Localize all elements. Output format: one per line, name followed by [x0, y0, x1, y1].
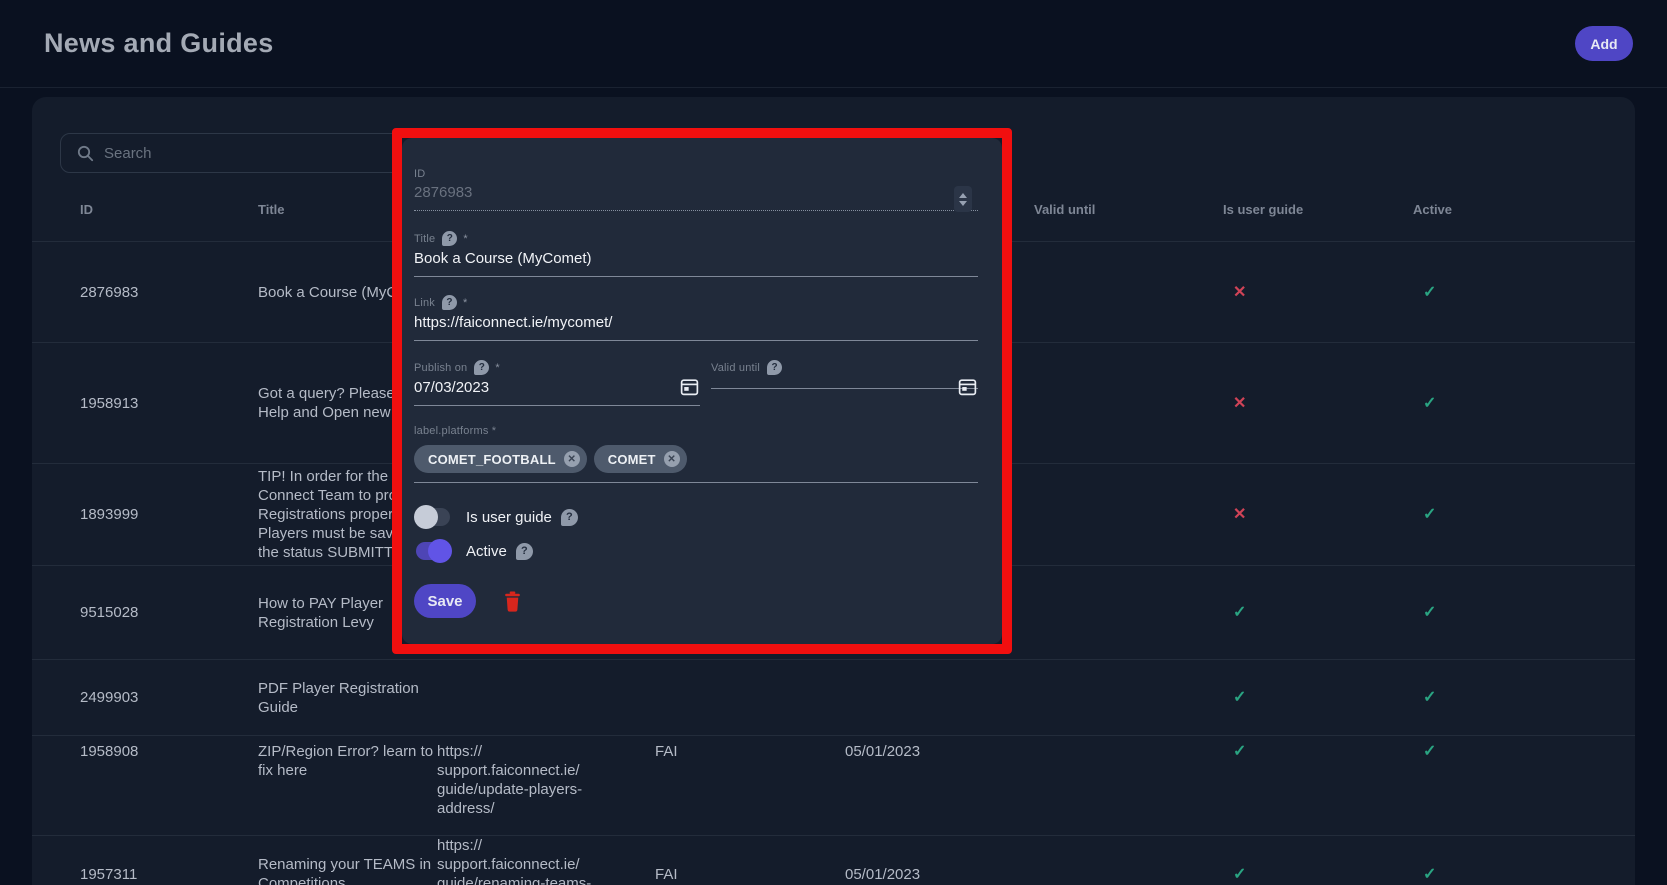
table-row[interactable]: 2499903 PDF Player Registration Guide ✓ …: [32, 660, 1635, 736]
table-row[interactable]: 1957311 Renaming your TEAMS in Competiti…: [32, 836, 1635, 885]
cell-id: 1958908: [80, 742, 258, 761]
id-input: 2876983: [414, 184, 978, 210]
cell-title: Renaming your TEAMS in Competitions: [258, 855, 437, 885]
platforms-label: label.platforms *: [414, 425, 978, 437]
toggle-knob[interactable]: [414, 505, 438, 529]
cell-id: 1893999: [80, 505, 258, 524]
cell-title: ZIP/Region Error? learn to fix here: [258, 742, 437, 780]
publish-on-label: Publish on ? *: [414, 360, 700, 375]
platform-chips: COMET_FOOTBALL ✕ COMET ✕: [414, 445, 978, 482]
id-label: ID: [414, 168, 978, 180]
active-toggle-label: Active: [466, 543, 507, 560]
is-user-guide-icon: ✓: [1223, 603, 1413, 622]
cell-publish-on: 05/01/2023: [845, 742, 1034, 761]
publish-on-input[interactable]: 07/03/2023: [414, 379, 700, 405]
edit-modal: ID 2876983 Title ? * Book a Course (MyCo…: [402, 138, 1002, 644]
help-icon[interactable]: ?: [442, 295, 457, 310]
chip-remove-icon[interactable]: ✕: [564, 451, 580, 467]
platforms-field: label.platforms * COMET_FOOTBALL ✕ COMET…: [414, 425, 978, 483]
active-icon: ✓: [1413, 742, 1635, 761]
cell-platform: FAI: [655, 865, 845, 884]
title-field: Title ? * Book a Course (MyComet): [414, 231, 978, 277]
cell-link: https:// support.faiconnect.ie/ guide/up…: [437, 742, 655, 818]
is-user-guide-toggle-label: Is user guide: [466, 509, 552, 526]
calendar-icon[interactable]: [679, 376, 700, 397]
active-toggle[interactable]: [416, 542, 450, 560]
active-row: Active ?: [416, 542, 533, 560]
number-stepper[interactable]: [954, 186, 972, 212]
is-user-guide-toggle[interactable]: [416, 508, 450, 526]
save-button[interactable]: Save: [414, 584, 476, 618]
is-user-guide-icon: ✓: [1223, 865, 1413, 884]
help-icon[interactable]: ?: [442, 231, 457, 246]
cell-id: 1958913: [80, 394, 258, 413]
column-header-id: ID: [80, 200, 258, 219]
calendar-icon[interactable]: [957, 376, 978, 397]
cell-id: 2876983: [80, 283, 258, 302]
cell-id: 9515028: [80, 603, 258, 622]
column-header-active: Active: [1413, 200, 1635, 219]
cell-title: PDF Player Registration Guide: [258, 679, 437, 717]
highlight-overlay: ID 2876983 Title ? * Book a Course (MyCo…: [392, 128, 1012, 654]
chip-label: COMET_FOOTBALL: [428, 452, 556, 467]
required-asterisk: *: [463, 233, 467, 245]
is-user-guide-icon: ✕: [1223, 505, 1413, 524]
active-icon: ✓: [1413, 283, 1635, 302]
delete-icon[interactable]: [504, 591, 521, 612]
cell-publish-on: 05/01/2023: [845, 865, 1034, 884]
is-user-guide-icon: ✕: [1223, 394, 1413, 413]
is-user-guide-icon: ✓: [1223, 688, 1413, 707]
cell-link: https:// support.faiconnect.ie/ guide/re…: [437, 836, 655, 885]
active-icon: ✓: [1413, 394, 1635, 413]
cell-platform: FAI: [655, 742, 845, 761]
link-input[interactable]: https://faiconnect.ie/mycomet/: [414, 314, 978, 340]
active-icon: ✓: [1413, 603, 1635, 622]
cell-id: 2499903: [80, 688, 258, 707]
link-field: Link ? * https://faiconnect.ie/mycomet/: [414, 295, 978, 341]
top-header: News and Guides Add: [0, 0, 1667, 88]
is-user-guide-icon: ✕: [1223, 283, 1413, 302]
stepper-up-icon[interactable]: [959, 193, 967, 198]
help-icon[interactable]: ?: [561, 509, 578, 526]
link-label: Link ? *: [414, 295, 978, 310]
valid-until-input[interactable]: [711, 379, 978, 388]
platform-chip[interactable]: COMET ✕: [594, 445, 687, 473]
title-label: Title ? *: [414, 231, 978, 246]
help-icon[interactable]: ?: [474, 360, 489, 375]
active-icon: ✓: [1413, 688, 1635, 707]
stepper-down-icon[interactable]: [959, 201, 967, 206]
search-icon: [77, 145, 94, 162]
title-input[interactable]: Book a Course (MyComet): [414, 250, 978, 276]
publish-on-field: Publish on ? * 07/03/2023: [414, 360, 700, 406]
table-row[interactable]: 1958908 ZIP/Region Error? learn to fix h…: [32, 736, 1635, 836]
active-icon: ✓: [1413, 505, 1635, 524]
platform-chip[interactable]: COMET_FOOTBALL ✕: [414, 445, 587, 473]
is-user-guide-row: Is user guide ?: [416, 508, 578, 526]
required-asterisk: *: [463, 297, 467, 309]
toggle-knob[interactable]: [428, 539, 452, 563]
chip-remove-icon[interactable]: ✕: [664, 451, 680, 467]
chip-label: COMET: [608, 452, 656, 467]
is-user-guide-icon: ✓: [1223, 742, 1413, 761]
cell-id: 1957311: [80, 865, 258, 884]
add-button[interactable]: Add: [1575, 26, 1633, 61]
help-icon[interactable]: ?: [767, 360, 782, 375]
valid-until-field: Valid until ?: [711, 360, 978, 389]
active-icon: ✓: [1413, 865, 1635, 884]
page-title: News and Guides: [44, 28, 274, 59]
column-header-valid-until: Valid until: [1034, 200, 1223, 219]
column-header-is-user-guide: Is user guide: [1223, 200, 1413, 219]
modal-actions: Save: [414, 584, 521, 618]
required-asterisk: *: [495, 362, 499, 374]
valid-until-label: Valid until ?: [711, 360, 978, 375]
id-field: ID 2876983: [414, 168, 978, 211]
help-icon[interactable]: ?: [516, 543, 533, 560]
